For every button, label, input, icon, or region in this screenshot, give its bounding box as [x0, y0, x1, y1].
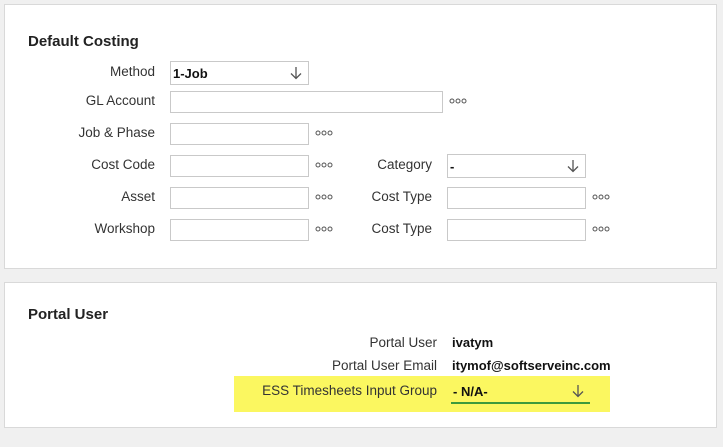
- job-phase-label: Job & Phase: [78, 125, 155, 140]
- cost-type-label: Cost Type: [371, 189, 432, 204]
- portal-user-label: Portal User: [369, 335, 437, 350]
- cost-code-lookup-icon[interactable]: [315, 161, 333, 169]
- gl-account-label: GL Account: [85, 93, 155, 108]
- method-select[interactable]: 1-Job: [170, 61, 309, 85]
- asset-label: Asset: [121, 189, 155, 204]
- workshop-lookup-icon[interactable]: [315, 225, 333, 233]
- category-label: Category: [377, 157, 432, 172]
- workshop-cost-type-label: Cost Type: [371, 221, 432, 236]
- gl-account-input[interactable]: [170, 91, 443, 113]
- cost-type-input[interactable]: [447, 187, 586, 209]
- job-phase-input[interactable]: [170, 123, 309, 145]
- category-select[interactable]: -: [447, 154, 586, 178]
- workshop-label: Workshop: [94, 221, 155, 236]
- job-phase-lookup-icon[interactable]: [315, 129, 333, 137]
- default-costing-title: Default Costing: [28, 33, 139, 50]
- ess-timesheets-input-group-value: - N/A-: [453, 383, 488, 399]
- asset-lookup-icon[interactable]: [315, 193, 333, 201]
- method-label: Method: [109, 64, 155, 79]
- ess-timesheets-input-group-select[interactable]: - N/A-: [451, 380, 590, 404]
- cost-type-lookup-icon[interactable]: [592, 193, 610, 201]
- ess-timesheets-input-group-label: ESS Timesheets Input Group: [262, 383, 437, 398]
- portal-user-title: Portal User: [28, 306, 109, 323]
- portal-user-value: ivatym: [452, 335, 494, 350]
- category-value: -: [450, 158, 455, 174]
- workshop-input[interactable]: [170, 219, 309, 241]
- workshop-cost-type-lookup-icon[interactable]: [592, 225, 610, 233]
- arrow-down-icon: [572, 385, 584, 398]
- arrow-down-icon: [567, 160, 579, 173]
- method-value: 1-Job: [173, 65, 208, 81]
- asset-input[interactable]: [170, 187, 309, 209]
- portal-user-email-label: Portal User Email: [331, 358, 437, 373]
- portal-user-email-value: itymof@softserveinc.com: [452, 358, 611, 373]
- cost-code-input[interactable]: [170, 155, 309, 177]
- workshop-cost-type-input[interactable]: [447, 219, 586, 241]
- arrow-down-icon: [290, 67, 302, 80]
- cost-code-label: Cost Code: [91, 157, 155, 172]
- gl-account-lookup-icon[interactable]: [449, 97, 467, 105]
